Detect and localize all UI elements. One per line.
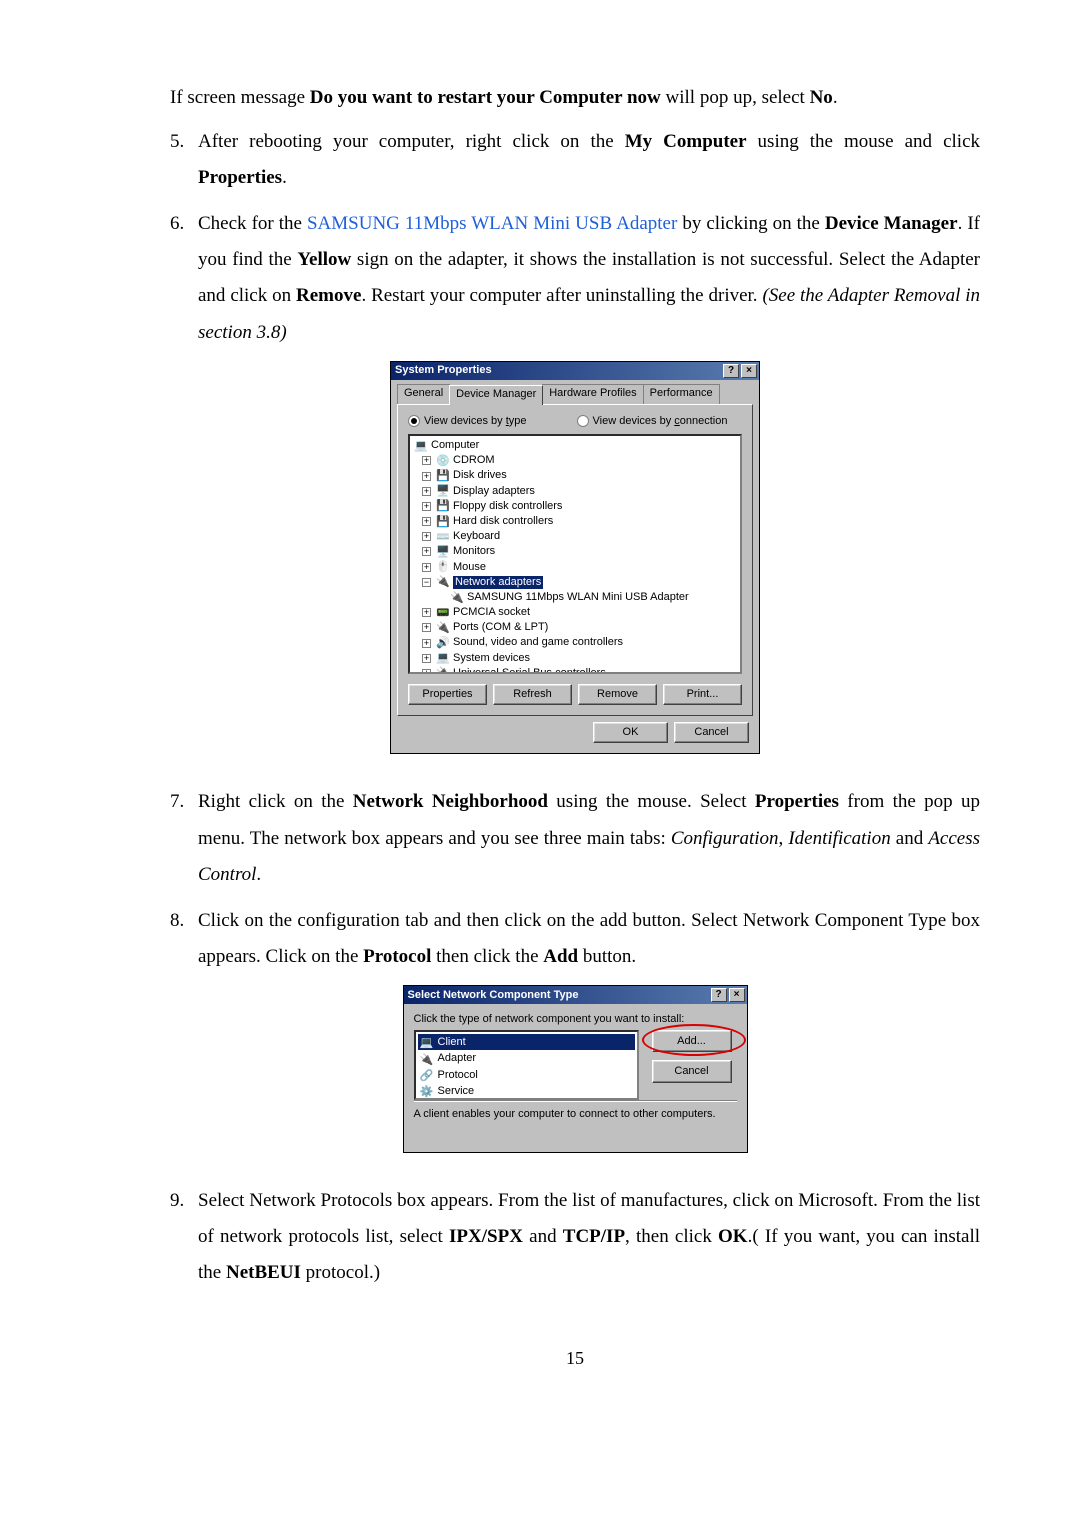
tab-strip: General Device Manager Hardware Profiles… bbox=[391, 380, 759, 404]
port-icon: 🔌 bbox=[436, 622, 450, 634]
close-icon[interactable]: × bbox=[741, 364, 757, 378]
cdrom-icon: 💿 bbox=[436, 455, 450, 467]
step-9: 9. Select Network Protocols box appears.… bbox=[170, 1183, 980, 1291]
cancel-button-2[interactable]: Cancel bbox=[652, 1060, 732, 1082]
step-5: 5. After rebooting your computer, right … bbox=[170, 124, 980, 196]
refresh-button[interactable]: Refresh bbox=[493, 684, 572, 705]
display-icon: 🖥️ bbox=[436, 485, 450, 497]
dialog-title-2: Select Network Component Type bbox=[408, 988, 709, 1002]
mouse-icon: 🖱️ bbox=[436, 561, 450, 573]
description-text: A client enables your computer to connec… bbox=[414, 1100, 737, 1144]
tree-usb[interactable]: +🔌Universal Serial Bus controllers bbox=[414, 666, 736, 674]
tree-cdrom[interactable]: +💿CDROM bbox=[414, 453, 736, 468]
close-icon[interactable]: × bbox=[729, 988, 745, 1002]
tree-computer[interactable]: 💻Computer bbox=[414, 438, 736, 453]
keyboard-icon: ⌨️ bbox=[436, 531, 450, 543]
tree-ports[interactable]: +🔌Ports (COM & LPT) bbox=[414, 620, 736, 635]
system-properties-dialog: System Properties ? × General Device Man… bbox=[390, 361, 760, 755]
select-network-component-dialog: Select Network Component Type ? × Click … bbox=[403, 985, 748, 1153]
system-icon: 💻 bbox=[436, 652, 450, 664]
list-item-adapter[interactable]: 🔌Adapter bbox=[418, 1050, 635, 1066]
adapter-icon: 🔌 bbox=[450, 592, 464, 604]
cancel-button[interactable]: Cancel bbox=[674, 722, 749, 743]
tree-display-adapters[interactable]: +🖥️Display adapters bbox=[414, 484, 736, 499]
usb-icon: 🔌 bbox=[436, 667, 450, 674]
service-icon: ⚙️ bbox=[420, 1085, 434, 1097]
tab-hardware-profiles[interactable]: Hardware Profiles bbox=[542, 384, 643, 404]
tree-hard-disk[interactable]: +💾Hard disk controllers bbox=[414, 514, 736, 529]
tree-monitors[interactable]: +🖥️Monitors bbox=[414, 544, 736, 559]
monitor-icon: 🖥️ bbox=[436, 546, 450, 558]
tree-samsung-adapter[interactable]: 🔌SAMSUNG 11Mbps WLAN Mini USB Adapter bbox=[414, 590, 736, 605]
dialog-title: System Properties bbox=[395, 364, 721, 377]
titlebar: System Properties ? × bbox=[391, 362, 759, 380]
hdd-icon: 💾 bbox=[436, 516, 450, 528]
tree-sound[interactable]: +🔊Sound, video and game controllers bbox=[414, 635, 736, 650]
ok-button[interactable]: OK bbox=[593, 722, 668, 743]
help-icon[interactable]: ? bbox=[723, 364, 739, 378]
tab-general[interactable]: General bbox=[397, 384, 450, 404]
client-icon: 💻 bbox=[420, 1036, 434, 1048]
tree-system-devices[interactable]: +💻System devices bbox=[414, 651, 736, 666]
network-icon: 🔌 bbox=[436, 576, 450, 588]
floppy-icon: 💾 bbox=[436, 500, 450, 512]
titlebar-2: Select Network Component Type ? × bbox=[404, 986, 747, 1004]
adapter-icon: 🔌 bbox=[420, 1053, 434, 1065]
add-button[interactable]: Add... bbox=[652, 1030, 732, 1052]
radio-view-by-type[interactable]: View devices by type bbox=[408, 415, 527, 428]
radio-view-by-connection[interactable]: View devices by connection bbox=[577, 415, 728, 428]
tree-pcmcia[interactable]: +📟PCMCIA socket bbox=[414, 605, 736, 620]
tree-keyboard[interactable]: +⌨️Keyboard bbox=[414, 529, 736, 544]
list-item-service[interactable]: ⚙️Service bbox=[418, 1083, 635, 1099]
sound-icon: 🔊 bbox=[436, 637, 450, 649]
computer-icon: 💻 bbox=[414, 440, 428, 452]
tab-device-manager[interactable]: Device Manager bbox=[449, 385, 543, 405]
tree-disk-drives[interactable]: +💾Disk drives bbox=[414, 468, 736, 483]
prompt-label: Click the type of network component you … bbox=[414, 1012, 737, 1026]
step-6: 6. Check for the SAMSUNG 11Mbps WLAN Min… bbox=[170, 206, 980, 350]
intro-paragraph: If screen message Do you want to restart… bbox=[170, 80, 980, 116]
step-7: 7. Right click on the Network Neighborho… bbox=[170, 784, 980, 892]
tab-performance[interactable]: Performance bbox=[643, 384, 720, 404]
device-tree[interactable]: 💻Computer +💿CDROM +💾Disk drives +🖥️Displ… bbox=[408, 434, 742, 674]
page-number: 15 bbox=[170, 1341, 980, 1375]
help-icon[interactable]: ? bbox=[711, 988, 727, 1002]
tree-floppy[interactable]: +💾Floppy disk controllers bbox=[414, 499, 736, 514]
list-item-protocol[interactable]: 🔗Protocol bbox=[418, 1067, 635, 1083]
list-item-client[interactable]: 💻Client bbox=[418, 1034, 635, 1050]
tree-network-adapters[interactable]: −🔌Network adapters bbox=[414, 575, 736, 590]
protocol-icon: 🔗 bbox=[420, 1069, 434, 1081]
properties-button[interactable]: Properties bbox=[408, 684, 487, 705]
remove-button[interactable]: Remove bbox=[578, 684, 657, 705]
disk-icon: 💾 bbox=[436, 470, 450, 482]
print-button[interactable]: Print... bbox=[663, 684, 742, 705]
component-type-list[interactable]: 💻Client 🔌Adapter 🔗Protocol ⚙️Service bbox=[414, 1030, 639, 1100]
tree-mouse[interactable]: +🖱️Mouse bbox=[414, 560, 736, 575]
step-8: 8. Click on the configuration tab and th… bbox=[170, 903, 980, 975]
pcmcia-icon: 📟 bbox=[436, 607, 450, 619]
